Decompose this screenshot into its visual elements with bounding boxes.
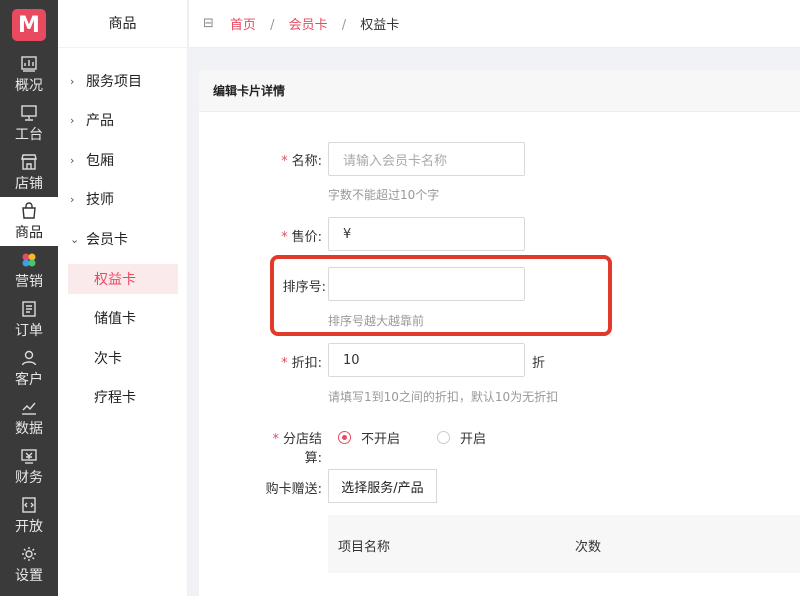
chevron-down-icon: ⌄: [70, 232, 80, 246]
goods-sidebar: 商品 › 服务项目 › 产品 › 包厢 › 技师 ⌄ 会员卡 权益卡 储值卡 次…: [58, 0, 188, 596]
radio-label: 开启: [460, 432, 487, 447]
rail-item-orders[interactable]: 订单: [0, 295, 58, 344]
sidebar-title: 商品: [58, 0, 187, 48]
breadcrumb-member-card[interactable]: 会员卡: [289, 18, 328, 33]
branch-off-radio[interactable]: 不开启: [338, 428, 400, 447]
code-icon: [19, 495, 39, 515]
rail-item-customers[interactable]: 客户: [0, 344, 58, 393]
main-nav-rail: M 概况 工台 店铺 商品 营销 订单 客户 数据 财务 开放 设置: [0, 0, 58, 596]
menu-fold-icon[interactable]: ⊟: [203, 16, 214, 31]
user-icon: [19, 348, 39, 368]
sidebar-sub-count-card[interactable]: 次卡: [68, 343, 178, 373]
sidebar-item-products[interactable]: › 产品: [58, 105, 188, 135]
sidebar-sub-course-card[interactable]: 疗程卡: [68, 382, 178, 412]
chevron-right-icon: ›: [70, 74, 75, 88]
name-hint: 字数不能超过10个字: [328, 188, 440, 202]
name-label: * 名称:: [281, 154, 322, 169]
column-item-name: 项目名称: [338, 540, 391, 555]
rail-label: 设置: [15, 568, 43, 584]
sidebar-item-label: 会员卡: [86, 232, 128, 248]
discount-input[interactable]: 10: [328, 343, 525, 377]
gift-label: 购卡赠送:: [265, 482, 322, 497]
rail-label: 营销: [15, 274, 43, 290]
rail-label: 数据: [15, 421, 43, 437]
sidebar-sub-stored-value-card[interactable]: 储值卡: [68, 303, 178, 333]
store-icon: [19, 152, 39, 172]
breadcrumb-current: 权益卡: [360, 18, 400, 33]
rail-label: 概况: [15, 78, 43, 94]
sidebar-item-label: 技师: [86, 192, 114, 208]
branch-on-radio[interactable]: 开启: [437, 428, 486, 447]
select-service-product-button[interactable]: 选择服务/产品: [328, 469, 437, 503]
rail-label: 订单: [15, 323, 43, 339]
sidebar-item-services[interactable]: › 服务项目: [58, 66, 188, 96]
highlight-box: [270, 255, 612, 336]
rail-label: 财务: [15, 470, 43, 486]
panel-title: 编辑卡片详情: [199, 70, 800, 112]
branch-settlement-label: * 分店结算:: [272, 432, 322, 466]
discount-label: * 折扣:: [281, 356, 322, 371]
app-logo[interactable]: M: [0, 0, 58, 50]
chevron-right-icon: ›: [70, 113, 75, 127]
gear-icon: [19, 544, 39, 564]
sidebar-sub-label: 次卡: [94, 351, 122, 367]
radio-dot: [437, 431, 450, 444]
bag-icon: [19, 201, 39, 221]
rail-item-marketing[interactable]: 营销: [0, 246, 58, 295]
monitor-icon: [19, 103, 39, 123]
sidebar-sub-benefit-card[interactable]: 权益卡: [68, 264, 178, 294]
discount-suffix: 折: [532, 356, 546, 371]
sidebar-item-label: 服务项目: [86, 74, 142, 90]
logo-mark: M: [12, 9, 46, 41]
rail-item-goods[interactable]: 商品: [0, 197, 58, 246]
price-input[interactable]: ¥: [328, 217, 525, 251]
name-input[interactable]: 请输入会员卡名称: [328, 142, 525, 176]
rail-item-settings[interactable]: 设置: [0, 540, 58, 589]
sidebar-item-technicians[interactable]: › 技师: [58, 184, 188, 214]
rail-label: 客户: [15, 372, 43, 388]
rail-item-overview[interactable]: 概况: [0, 50, 58, 99]
sidebar-item-member-card[interactable]: ⌄ 会员卡: [58, 224, 188, 254]
data-icon: [19, 397, 39, 417]
finance-icon: [19, 446, 39, 466]
rail-item-open[interactable]: 开放: [0, 491, 58, 540]
sidebar-item-label: 包厢: [86, 153, 114, 169]
palette-icon: [19, 250, 39, 270]
breadcrumb-separator: /: [270, 18, 275, 33]
chart-icon: [19, 54, 39, 74]
rail-label: 工台: [15, 127, 43, 143]
rail-item-finance[interactable]: 财务: [0, 442, 58, 491]
price-label: * 售价:: [281, 230, 322, 245]
column-count: 次数: [575, 540, 602, 555]
rail-label: 店铺: [15, 176, 43, 192]
gift-table-header: 项目名称 次数: [328, 515, 800, 573]
sidebar-sub-label: 疗程卡: [94, 390, 136, 406]
breadcrumb: 首页 / 会员卡 / 权益卡: [230, 14, 399, 33]
sidebar-sub-label: 储值卡: [94, 311, 136, 327]
rail-item-store[interactable]: 店铺: [0, 148, 58, 197]
top-bar: ⊟ 首页 / 会员卡 / 权益卡: [189, 0, 800, 48]
sidebar-sub-label: 权益卡: [94, 272, 136, 288]
sidebar-item-label: 产品: [86, 113, 114, 129]
sidebar-item-rooms[interactable]: › 包厢: [58, 145, 188, 175]
discount-hint: 请填写1到10之间的折扣，默认10为无折扣: [328, 390, 559, 404]
rail-label: 开放: [15, 519, 43, 535]
rail-item-workbench[interactable]: 工台: [0, 99, 58, 148]
breadcrumb-home[interactable]: 首页: [230, 18, 256, 33]
radio-label: 不开启: [361, 432, 401, 447]
radio-dot: [338, 431, 351, 444]
rail-item-data[interactable]: 数据: [0, 393, 58, 442]
chevron-right-icon: ›: [70, 192, 75, 206]
breadcrumb-separator: /: [341, 18, 347, 33]
chevron-right-icon: ›: [70, 153, 75, 167]
order-icon: [19, 299, 39, 319]
rail-label: 商品: [15, 225, 43, 241]
